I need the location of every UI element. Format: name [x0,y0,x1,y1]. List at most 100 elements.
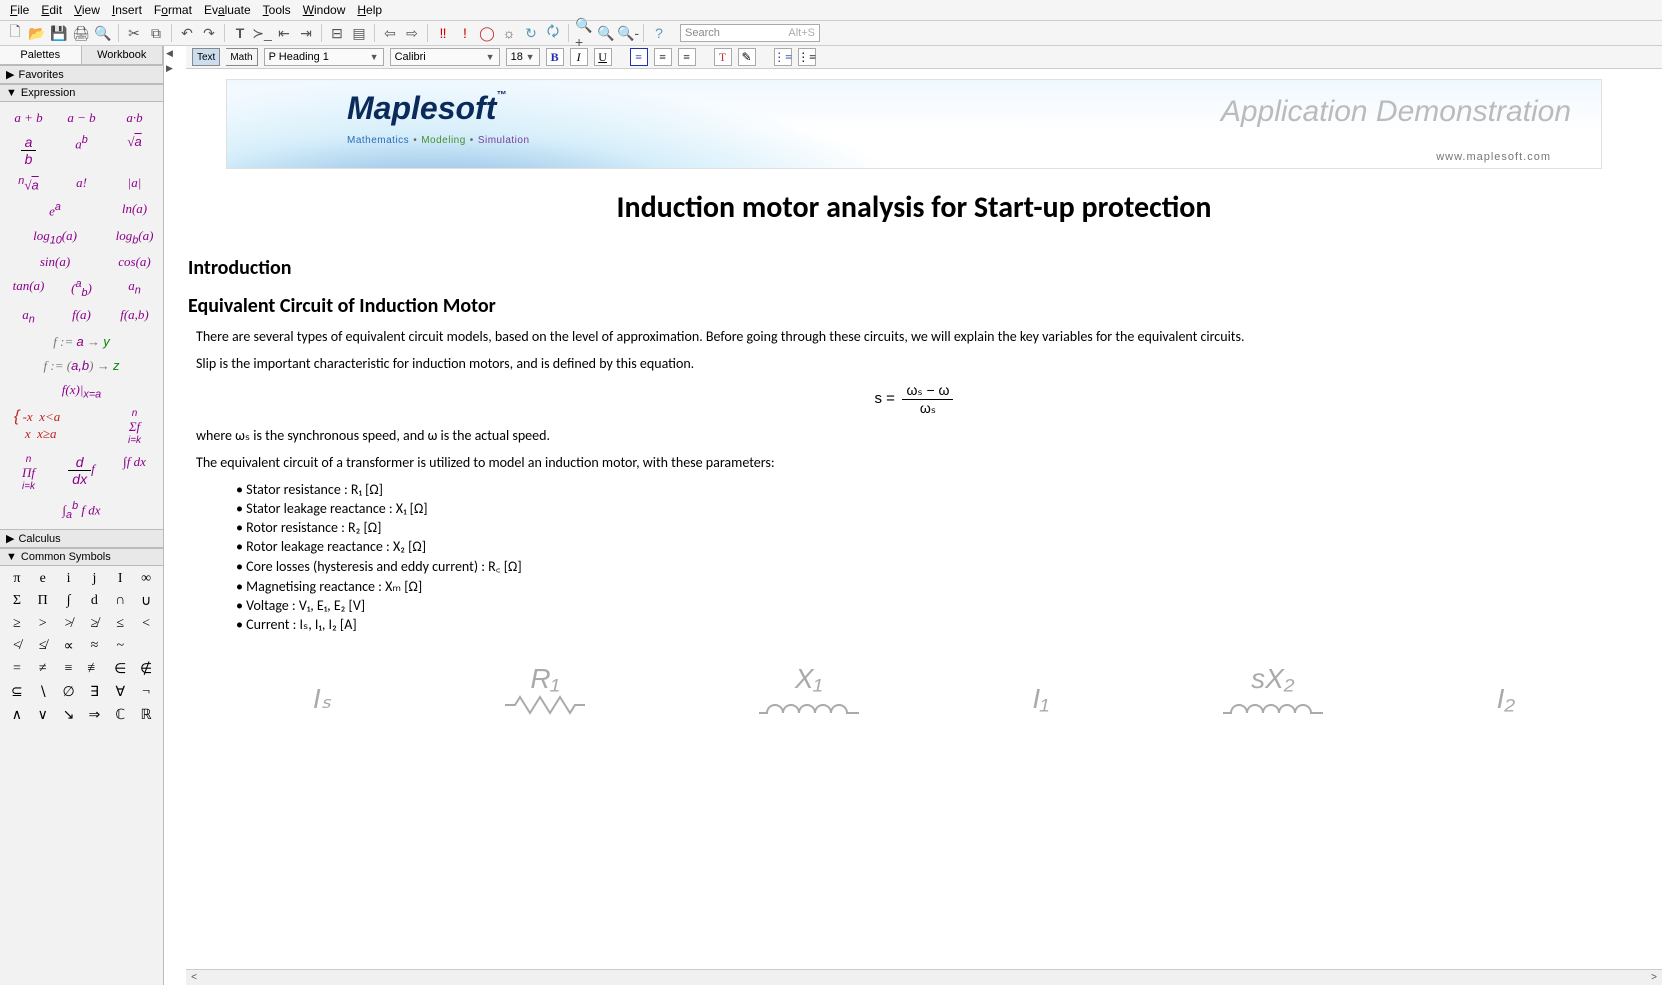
clear-icon[interactable]: 🗘 [544,24,562,42]
expr-item[interactable]: an [2,303,55,330]
bold-button[interactable]: B [546,48,564,66]
redo-icon[interactable]: ↷ [200,24,218,42]
font-color-button[interactable]: T [714,48,732,66]
expr-item[interactable]: ∫f dx [108,450,161,496]
menu-tools[interactable]: Tools [257,1,297,19]
zoom-in-icon[interactable]: 🔍+ [575,24,593,42]
sym-item[interactable]: > [30,613,56,635]
open-icon[interactable]: 📂 [28,24,46,42]
sym-item[interactable]: ∩ [107,590,133,613]
sym-item[interactable]: ≯ [56,613,82,635]
font-family-select[interactable]: Calibri▼ [390,48,500,66]
sym-item[interactable]: ≢ [82,658,108,681]
stop-icon[interactable]: ◯ [478,24,496,42]
expr-item[interactable]: log10(a) [2,224,108,251]
sym-item[interactable]: d [82,590,108,613]
expr-item[interactable]: ab [2,130,55,171]
sym-item[interactable]: = [4,658,30,681]
outdent-icon[interactable]: ▤ [350,24,368,42]
sym-item[interactable]: ⇒ [82,704,108,727]
sym-item[interactable]: i [56,568,82,590]
expr-item[interactable]: nΠfi=k [2,450,55,496]
expr-item[interactable]: cos(a) [108,250,161,274]
horizontal-scrollbar[interactable]: < > [186,969,1662,985]
zoom-out-icon[interactable]: 🔍 [597,24,615,42]
sym-item[interactable]: ≥ [4,613,30,635]
menu-evaluate[interactable]: Evaluate [198,1,257,19]
insert-right-icon[interactable]: ⇥ [297,24,315,42]
italic-button[interactable]: I [570,48,588,66]
expr-item[interactable]: f := (a,b) → z [2,354,161,378]
sym-item[interactable]: ≤ [107,613,133,635]
expr-item[interactable]: nΣfi=k [108,404,161,450]
expr-item[interactable]: n√a [2,171,55,197]
sym-item[interactable]: ∃ [82,681,108,704]
sym-item[interactable]: ∪ [133,590,159,613]
expr-item[interactable]: ea [2,197,108,223]
expr-item[interactable]: ln(a) [108,197,161,223]
sym-item[interactable]: ∫ [56,590,82,613]
number-list-button[interactable]: ⋮≡ [798,48,816,66]
sym-item[interactable]: ∧ [4,704,30,727]
new-icon[interactable]: 🗋 [6,24,24,42]
expr-item[interactable]: logb(a) [108,224,161,251]
sym-item[interactable]: ≡ [56,658,82,681]
menu-file[interactable]: File [4,1,35,19]
sym-item[interactable]: ℝ [133,704,159,727]
menu-help[interactable]: Help [351,1,388,19]
section-symbols[interactable]: ▼Common Symbols [0,548,163,566]
sym-item[interactable]: ∖ [30,681,56,704]
expr-item[interactable]: ∫ab f dx [2,496,161,525]
execute-icon[interactable]: ‼ [434,24,452,42]
expr-item[interactable]: f(a,b) [108,303,161,330]
cut-icon[interactable]: ✂ [125,24,143,42]
sym-item[interactable]: ≰ [30,635,56,658]
math-prompt-icon[interactable]: ≻_ [253,24,271,42]
sym-item[interactable]: < [133,613,159,635]
sym-item[interactable]: ⊆ [4,681,30,704]
menu-format[interactable]: Format [148,1,198,19]
save-icon[interactable]: 💾 [50,24,68,42]
expr-item[interactable]: sin(a) [2,250,108,274]
collapse-handle[interactable]: ◀▶ [164,46,186,985]
sym-item[interactable] [133,635,159,658]
font-size-select[interactable]: 18▼ [506,48,540,66]
expr-item[interactable]: ddxf [55,450,108,496]
scroll-right-icon[interactable]: > [1646,972,1662,983]
undo-icon[interactable]: ↶ [178,24,196,42]
sym-item[interactable]: ∀ [107,681,133,704]
print-icon[interactable]: 🖨 [72,24,90,42]
sym-item[interactable]: ↘ [56,704,82,727]
paragraph-style-select[interactable]: P Heading 1▼ [264,48,384,66]
sym-item[interactable]: ℂ [107,704,133,727]
menu-insert[interactable]: Insert [106,1,148,19]
menu-edit[interactable]: Edit [35,1,68,19]
sym-item[interactable]: ∞ [133,568,159,590]
scroll-left-icon[interactable]: < [186,972,202,983]
preview-icon[interactable]: 🔍 [94,24,112,42]
align-right-button[interactable]: ≡ [678,48,696,66]
tab-palettes[interactable]: Palettes [0,46,82,64]
indent-icon[interactable]: ⊟ [328,24,346,42]
sym-item[interactable]: ≠ [30,658,56,681]
zoom-reset-icon[interactable]: 🔍- [619,24,637,42]
expr-item[interactable]: tan(a) [2,274,55,303]
copy-icon[interactable]: ⧉ [147,24,165,42]
search-input[interactable]: Search Alt+S [680,24,820,42]
expr-item[interactable]: a·b [108,106,161,130]
menu-view[interactable]: View [68,1,106,19]
tab-workbook[interactable]: Workbook [82,46,164,64]
underline-button[interactable]: U [594,48,612,66]
debug-icon[interactable]: ☼ [500,24,518,42]
menu-window[interactable]: Window [297,1,352,19]
math-mode-button[interactable]: Math [226,48,257,66]
align-left-button[interactable]: ≡ [630,48,648,66]
sym-item[interactable]: ~ [107,635,133,658]
sym-item[interactable]: ∅ [56,681,82,704]
sym-item[interactable]: I [107,568,133,590]
section-calculus[interactable]: ▶Calculus [0,529,163,548]
expr-item[interactable]: f(x)|x=a [2,378,161,405]
sym-item[interactable]: ∈ [107,658,133,681]
sym-item[interactable]: Σ [4,590,30,613]
help-icon[interactable]: ? [650,24,668,42]
